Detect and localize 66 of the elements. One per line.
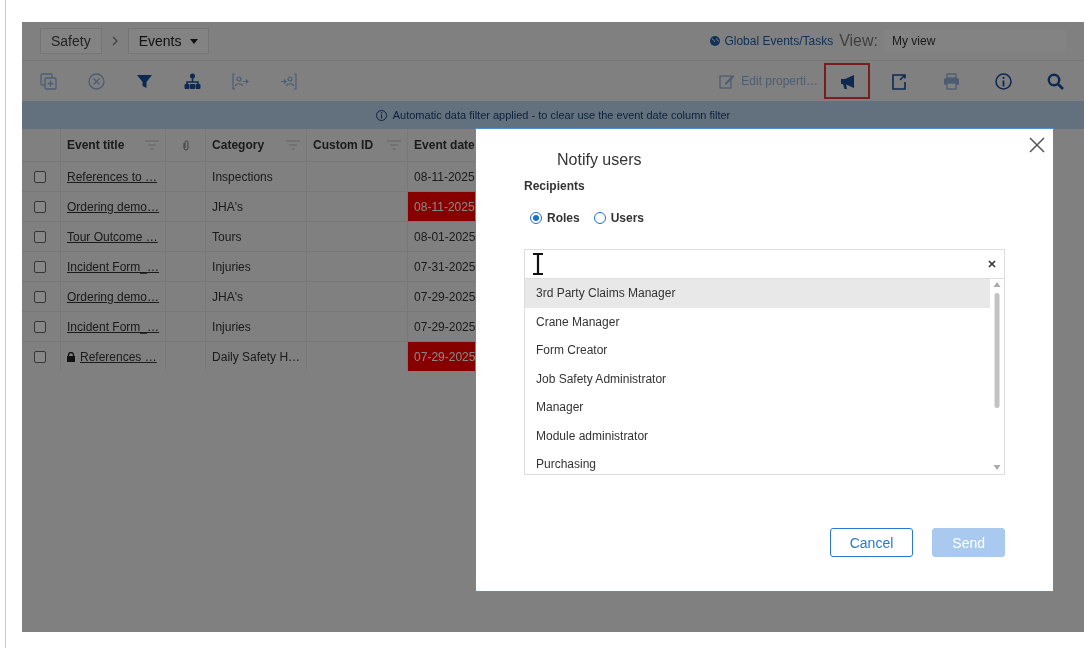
role-option[interactable]: Form Creator (525, 336, 990, 365)
table-cell: Tours (212, 229, 242, 244)
filter-icon (136, 72, 153, 90)
table-cell: JHA's (212, 289, 243, 304)
printer-icon (942, 72, 960, 90)
dialog-title: Notify users (557, 151, 643, 169)
row-checkbox[interactable] (34, 320, 46, 333)
row-checkbox[interactable] (34, 290, 46, 303)
user-export-icon (232, 72, 249, 90)
globe-icon (710, 36, 721, 46)
copy-add-icon (40, 72, 57, 90)
row-checkbox[interactable] (34, 260, 46, 273)
role-option[interactable]: Manager (525, 393, 990, 422)
filter-notice: Automatic data filter applied - to clear use the event date column filter (392, 109, 731, 121)
padlock-icon (67, 351, 75, 362)
column-header[interactable]: Custom ID (313, 138, 374, 152)
breadcrumb-link[interactable]: Safety (40, 28, 102, 54)
close-icon (1029, 137, 1045, 153)
info-icon (375, 109, 387, 121)
table-cell: JHA's (212, 199, 243, 214)
event-title-link[interactable]: Incident Form_… (67, 259, 160, 274)
table-cell: Daily Safety H… (212, 349, 301, 364)
view-label: View: (839, 32, 878, 50)
role-option[interactable]: Module administrator (525, 421, 990, 450)
circle-x-icon (88, 72, 105, 90)
clear-icon (988, 260, 996, 268)
megaphone-button[interactable] (824, 63, 870, 99)
document-arrow-icon (890, 72, 908, 90)
event-title-link[interactable]: Incident Form_… (67, 319, 160, 334)
row-checkbox[interactable] (34, 170, 46, 183)
event-title-link[interactable]: References to … (67, 169, 158, 184)
user-import-icon (280, 72, 297, 90)
radio-button[interactable]: Users (593, 211, 645, 225)
event-title-link[interactable]: Tour Outcome … (67, 229, 158, 244)
megaphone-icon (838, 72, 856, 90)
edit-icon (719, 73, 736, 89)
close-button[interactable] (1029, 137, 1045, 153)
info-icon (994, 72, 1012, 90)
role-option[interactable]: Crane Manager (525, 307, 990, 336)
global-events-link[interactable]: Global Events/Tasks (710, 34, 834, 48)
events-dropdown[interactable]: Events (127, 28, 209, 54)
column-header[interactable]: Category (212, 138, 265, 152)
text-cursor-icon (531, 253, 545, 275)
row-checkbox[interactable] (34, 230, 46, 243)
radio-button[interactable]: Roles (530, 211, 580, 225)
table-cell: Injuries (212, 259, 251, 274)
event-title-link[interactable]: References … (80, 349, 157, 364)
event-title-link[interactable]: Ordering demo… (67, 199, 160, 214)
table-cell: Inspections (212, 169, 273, 184)
chevron-icon (111, 36, 118, 46)
event-title-link[interactable]: Ordering demo… (67, 289, 160, 304)
cancel-button[interactable]: Cancel (829, 528, 914, 557)
caret-icon (189, 38, 198, 44)
role-option[interactable]: 3rd Party Claims Manager (525, 279, 990, 308)
recipients-label: Recipients (524, 179, 586, 193)
search-icon (1046, 72, 1064, 90)
paperclip-icon (182, 139, 189, 151)
table-cell: Injuries (212, 319, 251, 334)
role-option[interactable]: Purchasing (525, 450, 990, 474)
role-option[interactable]: Job Safety Administrator (525, 364, 990, 393)
row-checkbox[interactable] (34, 350, 46, 363)
hierarchy-icon (184, 72, 201, 90)
column-header[interactable]: Event date (414, 138, 475, 152)
column-header[interactable]: Event title (67, 138, 125, 152)
search-field[interactable] (524, 249, 1005, 279)
row-checkbox[interactable] (34, 200, 46, 213)
